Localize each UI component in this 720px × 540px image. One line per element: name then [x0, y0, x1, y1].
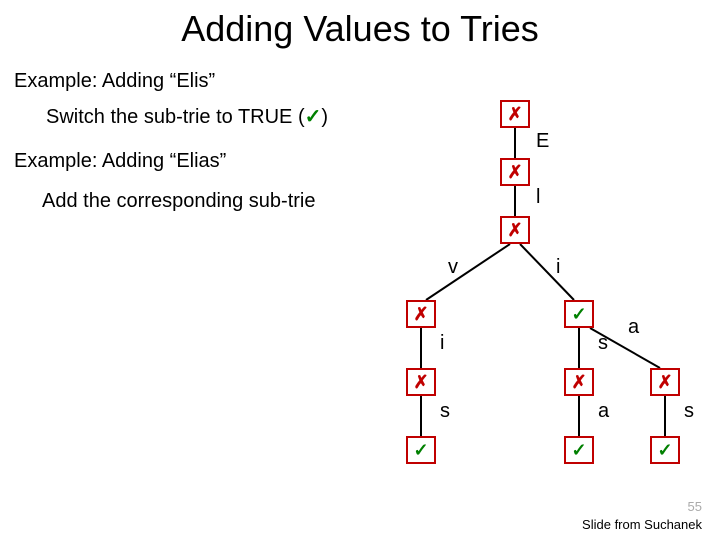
cross-icon: ✗ [507, 162, 522, 182]
trie-node-Elv: ✗ [406, 300, 436, 328]
check-icon: ✓ [657, 440, 672, 460]
trie-node-Elvis: ✓ [406, 436, 436, 464]
check-icon: ✓ [571, 304, 586, 324]
edge-label-a1: a [628, 316, 639, 339]
edge-label-s2: s [440, 400, 450, 423]
trie-node-Elisa: ✓ [564, 436, 594, 464]
edge-label-s1: s [598, 332, 608, 355]
check-icon: ✓ [413, 440, 428, 460]
cross-icon: ✗ [507, 104, 522, 124]
edge-label-E: E [536, 130, 549, 153]
trie-node-E: ✗ [500, 158, 530, 186]
trie-node-Elvi: ✗ [406, 368, 436, 396]
trie-edges [0, 0, 720, 540]
cross-icon: ✗ [657, 372, 672, 392]
edge-label-s3: s [684, 400, 694, 423]
cross-icon: ✗ [413, 304, 428, 324]
edge-label-i1: i [556, 256, 560, 279]
edge-label-a2: a [598, 400, 609, 423]
edge-label-l: l [536, 186, 540, 209]
cross-icon: ✗ [571, 372, 586, 392]
trie-node-Elis: ✗ [564, 368, 594, 396]
edge-label-v: v [448, 256, 458, 279]
trie-node-El: ✗ [500, 216, 530, 244]
edge-label-i2: i [440, 332, 444, 355]
trie-node-root: ✗ [500, 100, 530, 128]
check-icon: ✓ [571, 440, 586, 460]
trie-node-Elia: ✗ [650, 368, 680, 396]
cross-icon: ✗ [507, 220, 522, 240]
trie-node-Eli: ✓ [564, 300, 594, 328]
trie-node-Elias: ✓ [650, 436, 680, 464]
cross-icon: ✗ [413, 372, 428, 392]
